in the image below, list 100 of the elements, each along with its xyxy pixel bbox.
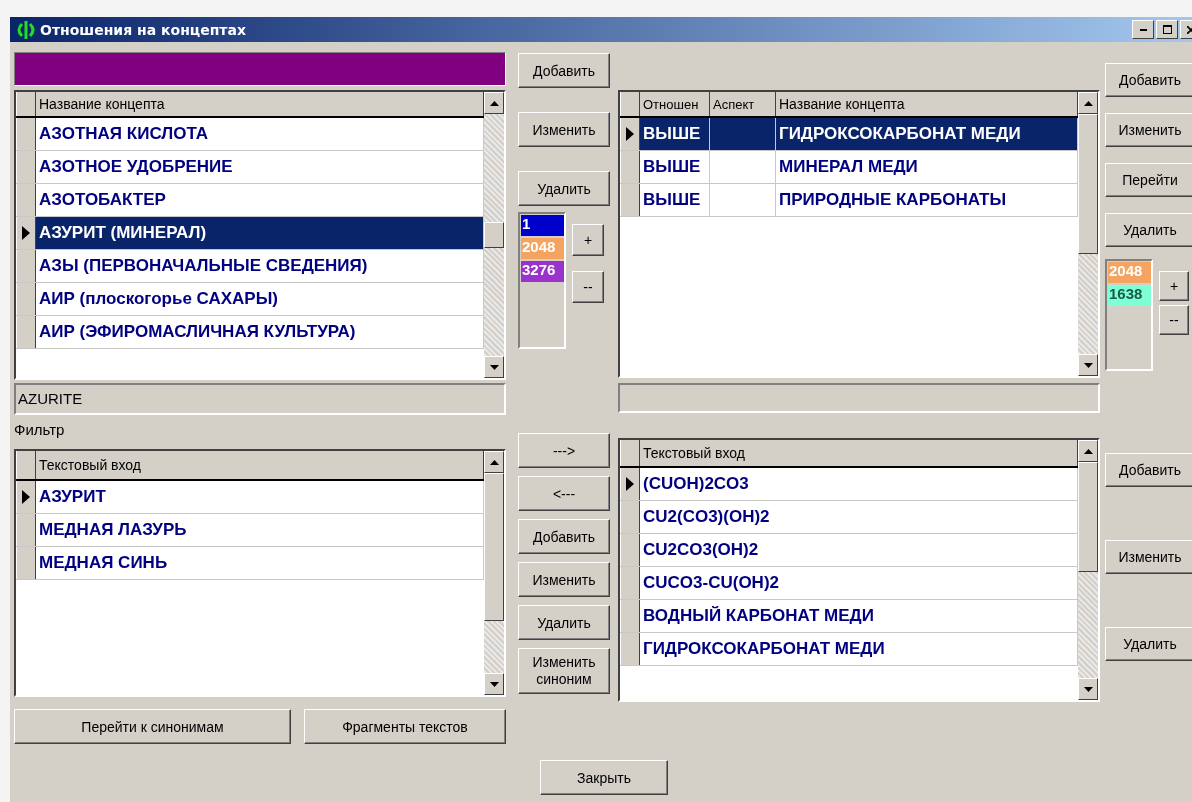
window-title: Отношения на концептах (40, 21, 246, 38)
scroll-up-button[interactable] (1078, 440, 1098, 462)
table-row[interactable]: АЗЫ (ПЕРВОНАЧАЛЬНЫЕ СВЕДЕНИЯ) (16, 250, 484, 283)
up-arrow-icon (489, 459, 499, 465)
text-field[interactable]: AZURITE (14, 383, 506, 415)
action-button[interactable]: Добавить (1105, 63, 1192, 97)
scroll-up-button[interactable] (1078, 92, 1098, 114)
table-row[interactable]: АЗОТНОЕ УДОБРЕНИЕ (16, 151, 484, 184)
table-row[interactable]: ГИДРОКСОКАРБОНАТ МЕДИ (620, 633, 1078, 666)
action-button[interactable]: Изменить (518, 112, 610, 147)
table-cell: МЕДНАЯ СИНЬ (39, 553, 168, 573)
scroll-down-button[interactable] (1078, 354, 1098, 376)
up-arrow-icon (489, 100, 499, 106)
column-header[interactable]: Аспект (710, 92, 776, 116)
table-row[interactable]: АИР (ЭФИРОМАСЛИЧНАЯ КУЛЬТУРА) (16, 316, 484, 349)
action-button[interactable]: Удалить (1105, 213, 1192, 247)
action-button[interactable]: Изменить (518, 562, 610, 597)
scrollbar-thumb[interactable] (484, 473, 504, 621)
table-row[interactable]: CU2(CO3)(OH)2 (620, 501, 1078, 534)
table-cell: ВЫШЕ (643, 157, 701, 177)
scroll-down-button[interactable] (1078, 678, 1098, 700)
table-cell: АЗУРИТ (39, 487, 106, 507)
table-cell: ВЫШЕ (643, 124, 701, 144)
up-arrow-icon (1083, 100, 1093, 106)
table-row[interactable]: МЕДНАЯ ЛАЗУРЬ (16, 514, 484, 547)
scrollbar-thumb[interactable] (484, 222, 504, 248)
action-button[interactable]: Фрагменты текстов (304, 709, 506, 744)
scroll-down-button[interactable] (484, 356, 504, 378)
maximize-icon (1162, 25, 1172, 34)
level-button[interactable]: -- (572, 271, 604, 303)
table-cell: АЗОТНАЯ КИСЛОТА (39, 124, 208, 144)
table-cell: CU2(CO3)(OH)2 (643, 507, 770, 527)
color-item[interactable]: 1638 (1108, 285, 1151, 306)
scrollbar[interactable] (484, 451, 504, 695)
table-row[interactable]: ВОДНЫЙ КАРБОНАТ МЕДИ (620, 600, 1078, 633)
action-button[interactable]: Перейти к синонимам (14, 709, 291, 744)
scrollbar-thumb[interactable] (1078, 462, 1098, 572)
close-dialog-button[interactable]: Закрыть (540, 760, 668, 795)
table-cell: ВЫШЕ (643, 190, 701, 210)
close-icon (1187, 25, 1192, 34)
table-cell: АЗЫ (ПЕРВОНАЧАЛЬНЫЕ СВЕДЕНИЯ) (39, 256, 368, 276)
text-field[interactable] (618, 383, 1100, 413)
table-cell: ПРИРОДНЫЕ КАРБОНАТЫ (779, 190, 1007, 210)
down-arrow-icon (489, 364, 499, 370)
table-row[interactable]: CUCO3-CU(OH)2 (620, 567, 1078, 600)
color-item[interactable]: 3276 (521, 261, 564, 282)
color-item[interactable]: 1 (521, 215, 564, 236)
action-button[interactable]: ---> (518, 433, 610, 468)
minimize-icon (1139, 28, 1147, 31)
scrollbar-thumb[interactable] (1078, 114, 1098, 254)
action-button[interactable]: Изменить синоним (518, 648, 610, 694)
scrollbar[interactable] (1078, 440, 1098, 700)
action-button[interactable]: Удалить (1105, 627, 1192, 661)
maximize-button[interactable] (1156, 20, 1178, 39)
level-button[interactable]: + (1159, 271, 1189, 301)
minimize-button[interactable] (1132, 20, 1154, 39)
table-row[interactable]: АЗУРИТ (МИНЕРАЛ) (16, 217, 484, 250)
table-cell: АЗОТНОЕ УДОБРЕНИЕ (39, 157, 233, 177)
scrollbar[interactable] (484, 92, 504, 378)
action-button[interactable]: Удалить (518, 171, 610, 206)
table-row[interactable]: (CUOH)2CO3 (620, 468, 1078, 501)
table-cell: ГИДРОКСОКАРБОНАТ МЕДИ (779, 124, 1021, 144)
table-row[interactable]: ВЫШЕ ГИДРОКСОКАРБОНАТ МЕДИ (620, 118, 1078, 151)
table-cell: МЕДНАЯ ЛАЗУРЬ (39, 520, 187, 540)
down-arrow-icon (489, 681, 499, 687)
table-cell: CU2CO3(OH)2 (643, 540, 759, 560)
action-button[interactable]: Добавить (518, 53, 610, 88)
action-button[interactable]: Перейти (1105, 163, 1192, 197)
level-button[interactable]: -- (1159, 305, 1189, 335)
action-button[interactable]: Удалить (518, 605, 610, 640)
down-arrow-icon (1083, 362, 1093, 368)
action-button[interactable]: Изменить (1105, 540, 1192, 574)
table-row[interactable]: МЕДНАЯ СИНЬ (16, 547, 484, 580)
table-cell: АИР (плоскогорье САХАРЫ) (39, 289, 278, 309)
table-cell: ВОДНЫЙ КАРБОНАТ МЕДИ (643, 606, 874, 626)
down-arrow-icon (1083, 686, 1093, 692)
table-cell: АЗОТОБАКТЕР (39, 190, 166, 210)
table-cell: (CUOH)2CO3 (643, 474, 749, 494)
table-row[interactable]: CU2CO3(OH)2 (620, 534, 1078, 567)
scroll-down-button[interactable] (484, 673, 504, 695)
scrollbar[interactable] (1078, 92, 1098, 376)
table-row[interactable]: АЗУРИТ (16, 481, 484, 514)
table-cell: АЗУРИТ (МИНЕРАЛ) (39, 223, 207, 243)
column-header[interactable]: Отношен (640, 92, 710, 116)
table-cell: АИР (ЭФИРОМАСЛИЧНАЯ КУЛЬТУРА) (39, 322, 356, 342)
action-button[interactable]: <--- (518, 476, 610, 511)
action-button[interactable]: Добавить (1105, 453, 1192, 487)
table-row[interactable]: ВЫШЕ ПРИРОДНЫЕ КАРБОНАТЫ (620, 184, 1078, 217)
level-button[interactable]: + (572, 224, 604, 256)
action-button[interactable]: Изменить (1105, 113, 1192, 147)
table-row[interactable]: ВЫШЕ МИНЕРАЛ МЕДИ (620, 151, 1078, 184)
filter-label: Фильтр (14, 421, 66, 440)
table-row[interactable]: АЗОТНАЯ КИСЛОТА (16, 118, 484, 151)
scroll-up-button[interactable] (484, 451, 504, 473)
table-cell: CUCO3-CU(OH)2 (643, 573, 779, 593)
table-row[interactable]: АИР (плоскогорье САХАРЫ) (16, 283, 484, 316)
action-button[interactable]: Добавить (518, 519, 610, 554)
table-cell: ГИДРОКСОКАРБОНАТ МЕДИ (643, 639, 885, 659)
up-arrow-icon (1083, 448, 1093, 454)
scroll-up-button[interactable] (484, 92, 504, 114)
